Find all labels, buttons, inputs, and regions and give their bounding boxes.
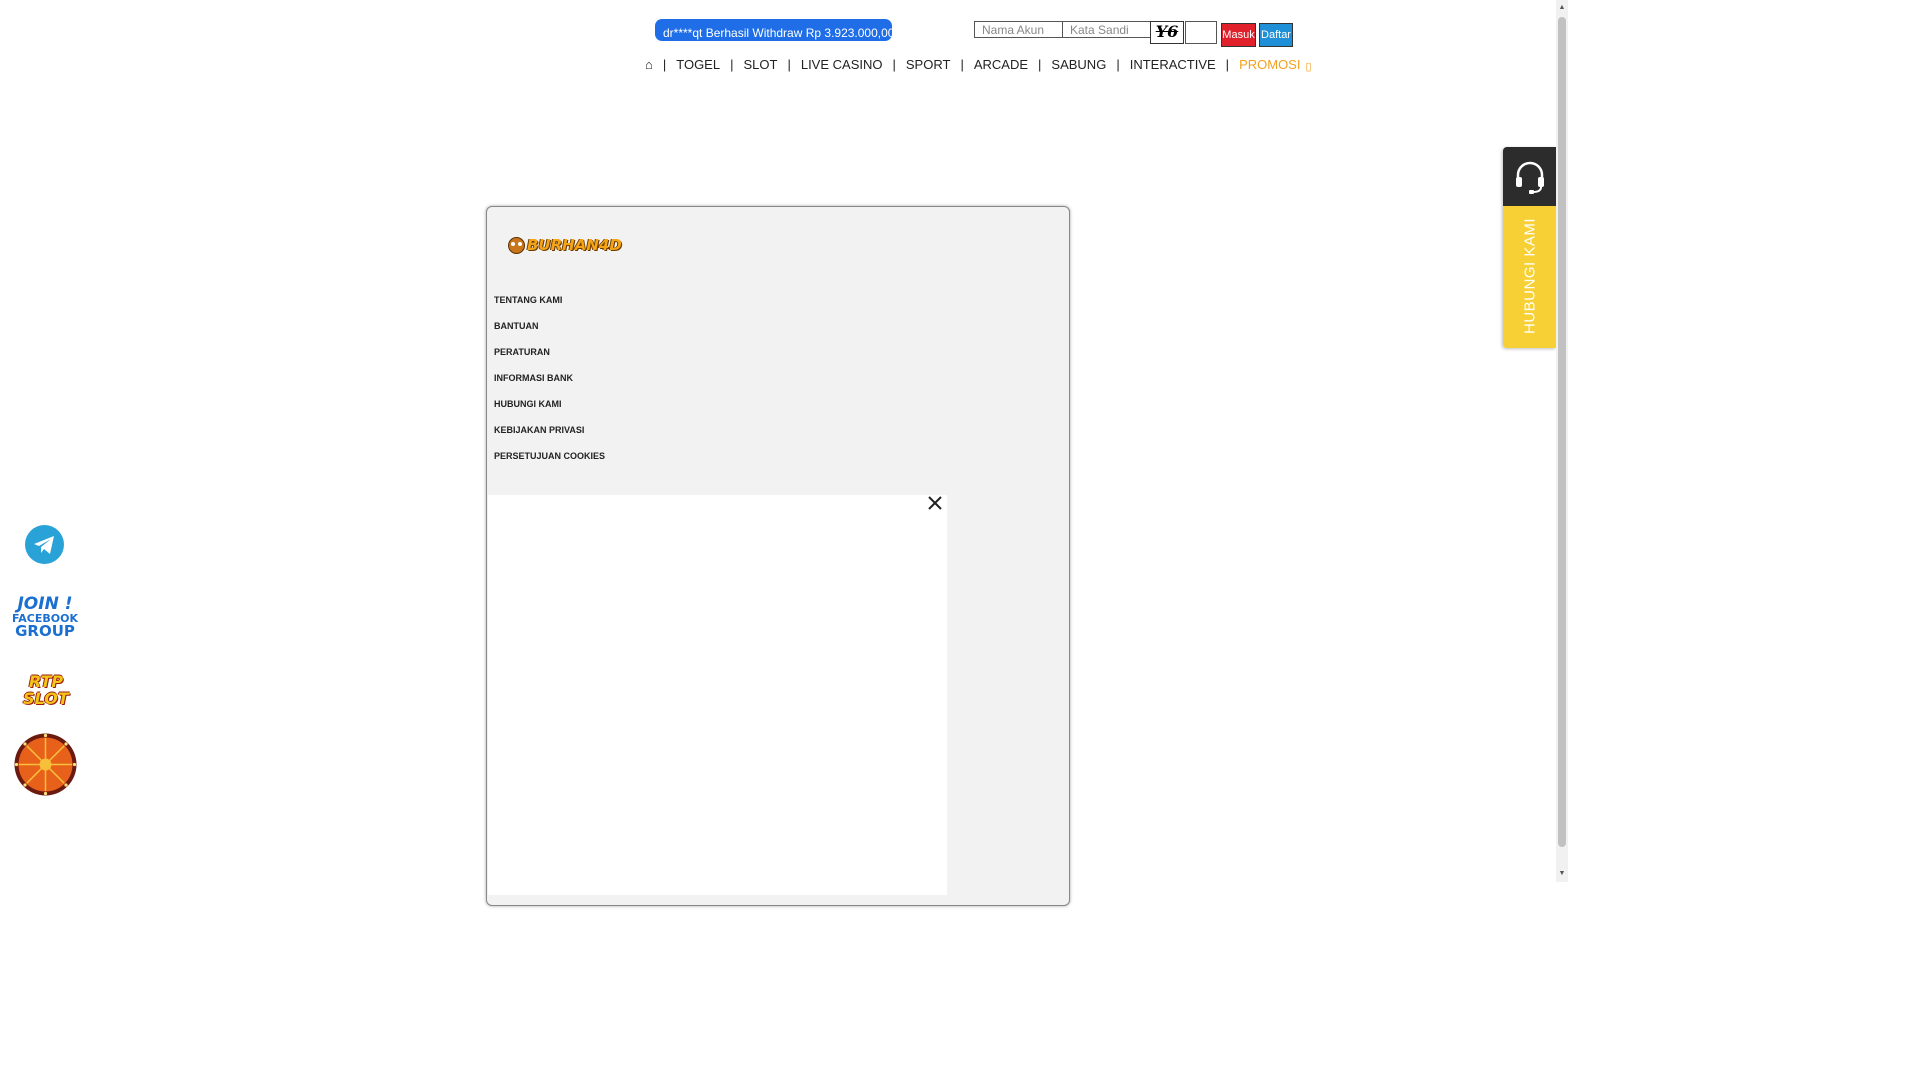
footer-link-bantuan[interactable]: BANTUAN [494, 321, 605, 347]
site-logo[interactable]: BURHAN4D [508, 236, 622, 254]
nav-item-sabung[interactable]: SABUNG [1051, 57, 1106, 72]
nav-separator: | [960, 57, 964, 72]
withdraw-ticker: dr****qt Berhasil Withdraw Rp 3.923.000,… [655, 19, 892, 41]
ticker-text: dr****qt Berhasil Withdraw Rp 3.923.000,… [663, 26, 892, 40]
scroll-thumb[interactable] [1558, 17, 1566, 847]
captcha-input[interactable] [1185, 21, 1217, 44]
nav-separator: | [1038, 57, 1042, 72]
nav-item-live-casino[interactable]: LIVE CASINO [801, 57, 883, 72]
telegram-icon[interactable] [25, 525, 64, 564]
fb-line3: GROUP [15, 622, 75, 640]
page-scrollbar[interactable]: ▲ ▼ [1556, 0, 1568, 882]
daftar-button[interactable]: Daftar [1259, 23, 1293, 47]
rtp-line2: SLOT [23, 689, 69, 708]
nav-separator: | [787, 57, 791, 72]
fb-line1: JOIN ! [17, 594, 73, 614]
nav-separator: | [1116, 57, 1120, 72]
footer-link-kebijakan-privasi[interactable]: KEBIJAKAN PRIVASI [494, 425, 605, 451]
captcha-image: Y6 [1150, 21, 1184, 44]
scroll-up-arrow[interactable]: ▲ [1556, 2, 1568, 14]
username-input[interactable] [974, 21, 1063, 38]
footer-links: TENTANG KAMI BANTUAN PERATURAN INFORMASI… [494, 295, 605, 477]
contact-label: HUBUNGI KAMI [1521, 217, 1538, 335]
popup-window [488, 495, 947, 895]
scroll-down-arrow[interactable]: ▼ [1556, 868, 1568, 880]
lucky-wheel-icon[interactable] [13, 732, 78, 797]
contact-tab[interactable]: HUBUNGI KAMI [1503, 206, 1556, 348]
close-icon-svg [928, 496, 942, 510]
nav-item-arcade[interactable]: ARCADE [974, 57, 1028, 72]
facebook-group-banner[interactable]: JOIN ! FACEBOOK GROUP [12, 596, 78, 639]
logo-text: BURHAN4D [527, 236, 622, 254]
nav-separator: | [730, 57, 734, 72]
rtp-line1: RTP [28, 672, 64, 691]
gift-icon: ▯ [1305, 61, 1312, 73]
footer-link-hubungi-kami[interactable]: HUBUNGI KAMI [494, 399, 605, 425]
nav-item-togel[interactable]: TOGEL [676, 57, 720, 72]
footer-link-informasi-bank[interactable]: INFORMASI BANK [494, 373, 605, 399]
rtp-slot-banner[interactable]: RTP SLOT [20, 673, 72, 707]
nav-item-promosi[interactable]: PROMOSI [1239, 57, 1300, 72]
footer-link-persetujuan-cookies[interactable]: PERSETUJUAN COOKIES [494, 451, 605, 477]
close-icon[interactable] [925, 493, 945, 513]
password-input[interactable] [1062, 21, 1151, 38]
headset-icon[interactable] [1503, 147, 1556, 206]
owl-mascot-icon [508, 236, 525, 254]
main-nav: ⌂ | TOGEL | SLOT | LIVE CASINO | SPORT |… [645, 57, 1312, 73]
footer-link-peraturan[interactable]: PERATURAN [494, 347, 605, 373]
masuk-button[interactable]: Masuk [1221, 23, 1256, 47]
nav-item-slot[interactable]: SLOT [743, 57, 777, 72]
footer-link-tentang-kami[interactable]: TENTANG KAMI [494, 295, 605, 321]
home-icon[interactable]: ⌂ [645, 57, 653, 72]
nav-separator: | [892, 57, 896, 72]
nav-item-interactive[interactable]: INTERACTIVE [1130, 57, 1216, 72]
contact-widget[interactable]: HUBUNGI KAMI [1503, 147, 1556, 348]
nav-separator: | [662, 57, 667, 72]
nav-separator: | [1225, 57, 1230, 72]
nav-item-sport[interactable]: SPORT [906, 57, 951, 72]
